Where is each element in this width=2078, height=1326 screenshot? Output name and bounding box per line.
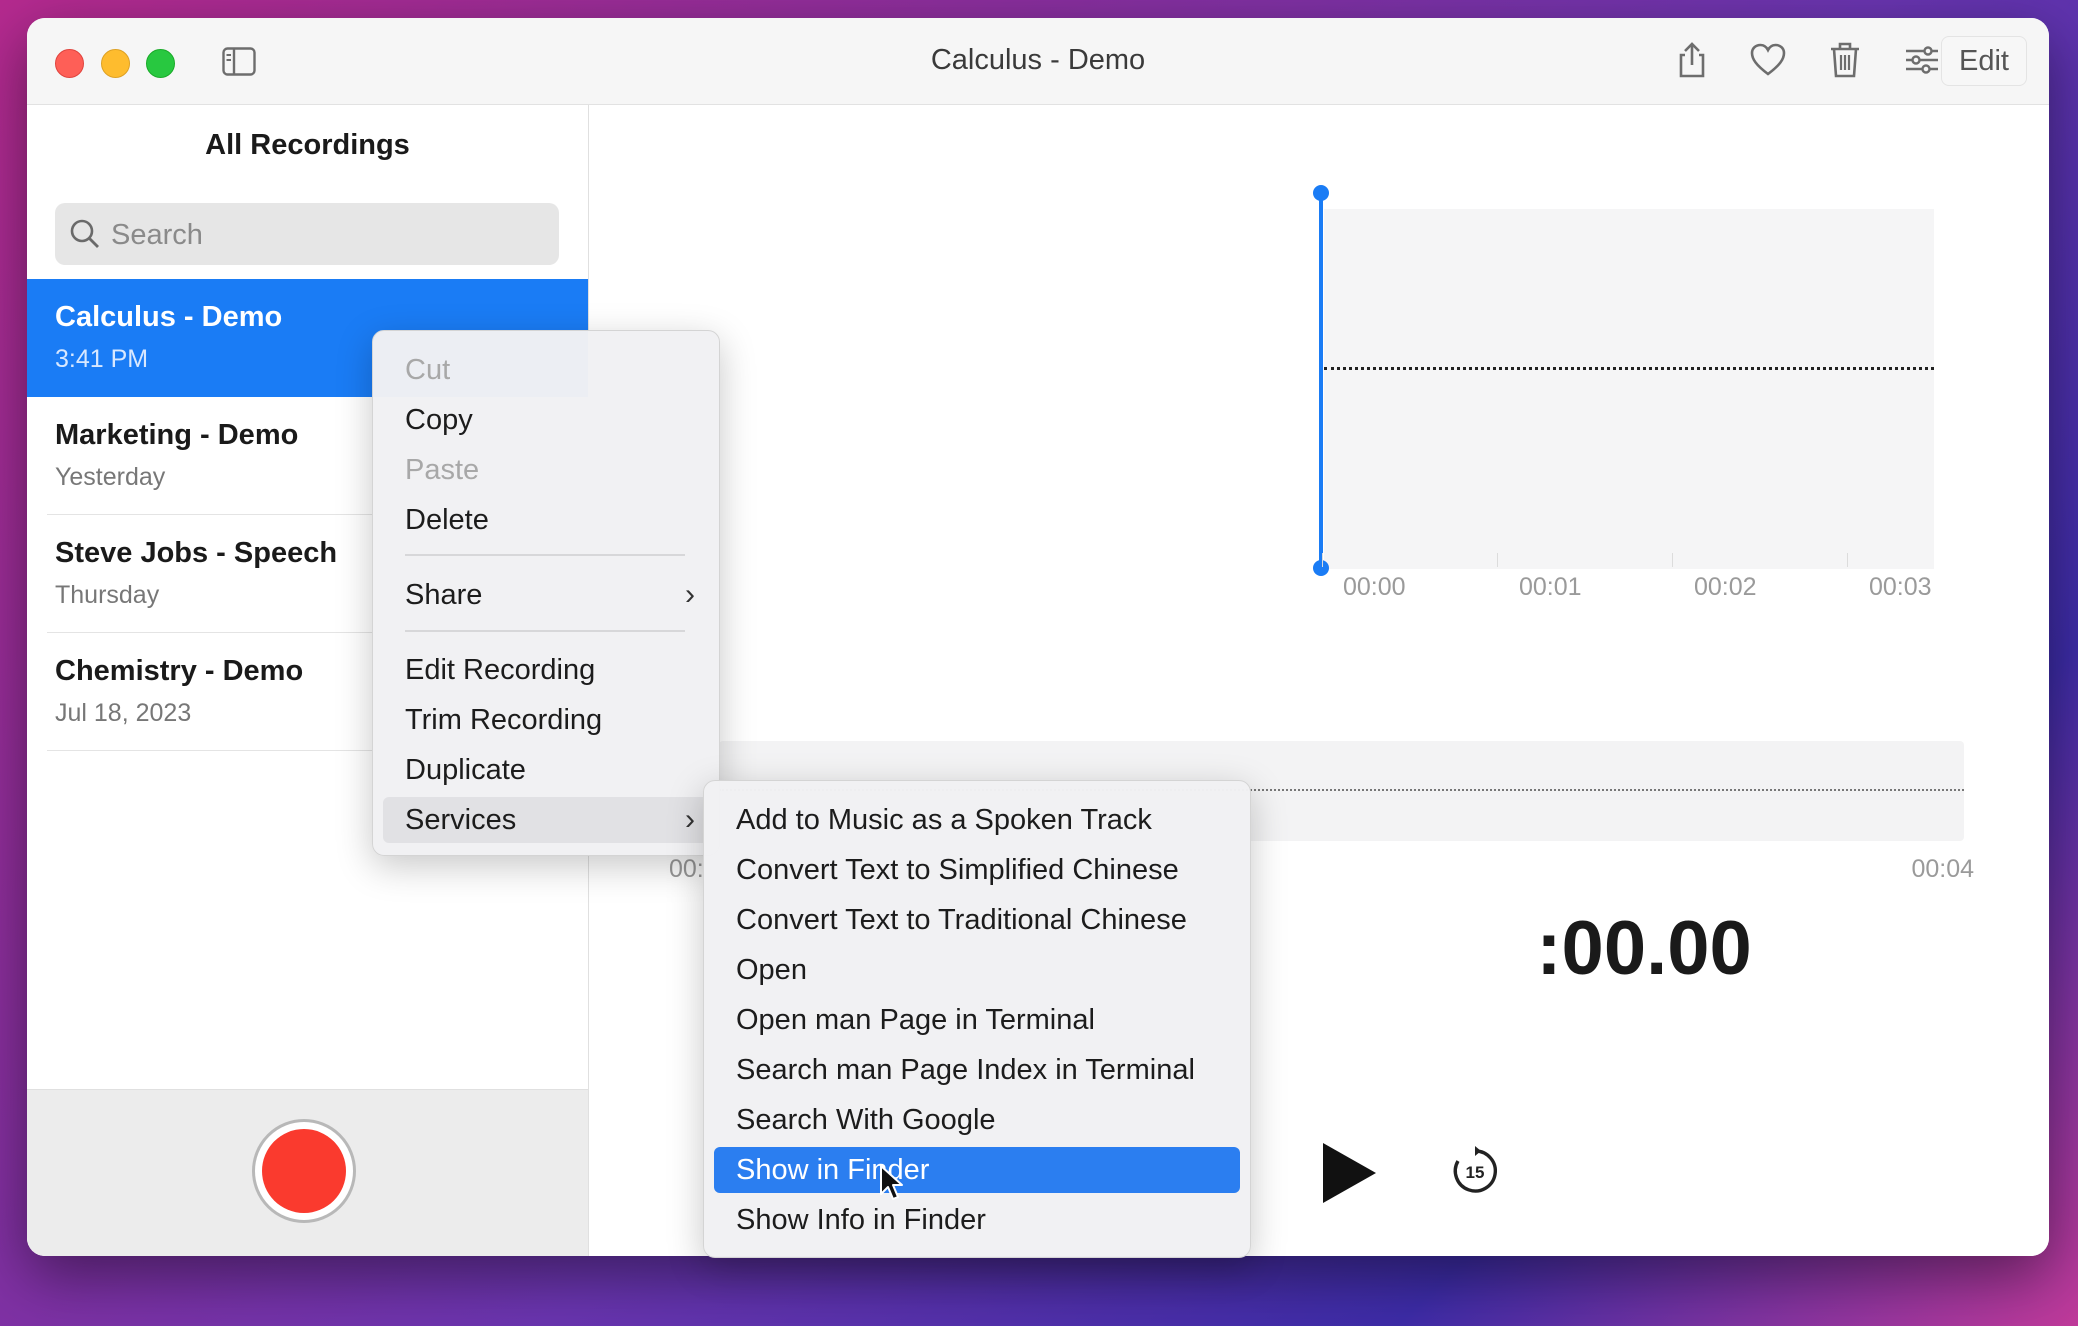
playhead[interactable] [1319, 192, 1323, 566]
service-open-man-page[interactable]: Open man Page in Terminal [714, 997, 1240, 1043]
service-open[interactable]: Open [714, 947, 1240, 993]
recording-name: Marketing - Demo [55, 419, 299, 451]
sidebar-footer [27, 1089, 588, 1256]
heart-icon[interactable] [1748, 40, 1788, 80]
menu-item-services[interactable]: Services › [383, 797, 709, 843]
tick-mark [1672, 553, 1673, 567]
menu-item-edit-recording[interactable]: Edit Recording [383, 647, 709, 693]
menu-separator [405, 630, 685, 632]
context-menu: Cut Copy Paste Delete Share › Edit Recor… [372, 330, 720, 856]
menu-item-share[interactable]: Share › [383, 572, 709, 618]
menu-item-services-label: Services [405, 804, 517, 836]
record-button[interactable] [252, 1119, 356, 1223]
chevron-right-icon: › [685, 803, 695, 836]
mouse-pointer-icon [880, 1165, 903, 1200]
waveform-area[interactable] [1324, 209, 1934, 569]
recording-date: 3:41 PM [55, 345, 149, 373]
time-tick-label: 00:02 [1694, 573, 1757, 601]
menu-item-copy[interactable]: Copy [383, 397, 709, 443]
search-input[interactable] [109, 203, 543, 267]
titlebar: Calculus - Demo Edit [27, 18, 2049, 105]
recording-name: Chemistry - Demo [55, 655, 304, 687]
playhead-bottom-handle[interactable] [1313, 560, 1329, 576]
skip-forward-button[interactable]: 15 [1449, 1145, 1501, 1197]
sidebar-title: All Recordings [205, 129, 410, 161]
waveform-baseline [1324, 367, 1934, 370]
menu-item-paste[interactable]: Paste [383, 447, 709, 493]
trash-icon[interactable] [1825, 40, 1865, 80]
service-add-to-music[interactable]: Add to Music as a Spoken Track [714, 797, 1240, 843]
menu-item-trim-recording[interactable]: Trim Recording [383, 697, 709, 743]
window-title: Calculus - Demo [930, 44, 1146, 76]
menu-separator [405, 554, 685, 556]
service-show-info-in-finder[interactable]: Show Info in Finder [714, 1197, 1240, 1243]
recording-date: Yesterday [55, 463, 166, 491]
skip-seconds-label: 15 [1466, 1163, 1485, 1182]
recording-name: Steve Jobs - Speech [55, 537, 338, 569]
record-icon [262, 1129, 346, 1213]
service-convert-traditional-chinese[interactable]: Convert Text to Traditional Chinese [714, 897, 1240, 943]
time-tick-label: 00:01 [1519, 573, 1582, 601]
chevron-right-icon: › [685, 578, 695, 611]
playhead-top-handle[interactable] [1313, 185, 1329, 201]
service-search-man-page-index[interactable]: Search man Page Index in Terminal [714, 1047, 1240, 1093]
overview-start-time: 00: [669, 855, 704, 883]
tick-mark [1847, 553, 1848, 567]
search-icon [70, 219, 99, 248]
sliders-icon[interactable] [1902, 40, 1942, 80]
share-icon[interactable] [1672, 40, 1712, 80]
edit-button[interactable]: Edit [1941, 36, 2027, 86]
menu-item-delete[interactable]: Delete [383, 497, 709, 543]
time-tick-label: 00:03 [1869, 573, 1932, 601]
service-search-with-google[interactable]: Search With Google [714, 1097, 1240, 1143]
play-button[interactable] [1319, 1140, 1379, 1206]
recording-date: Jul 18, 2023 [55, 699, 192, 727]
service-show-in-finder[interactable]: Show in Finder [714, 1147, 1240, 1193]
menu-item-share-label: Share [405, 579, 483, 611]
service-convert-simplified-chinese[interactable]: Convert Text to Simplified Chinese [714, 847, 1240, 893]
elapsed-timer: :00.00 [1536, 906, 1752, 991]
tick-mark [1322, 553, 1323, 567]
services-submenu: Add to Music as a Spoken Track Convert T… [703, 780, 1251, 1258]
tick-mark [1497, 553, 1498, 567]
search-field[interactable] [55, 203, 559, 267]
time-tick-label: 00:00 [1343, 573, 1406, 601]
recording-name: Calculus - Demo [55, 301, 283, 333]
menu-item-cut[interactable]: Cut [383, 347, 709, 393]
overview-end-time: 00:04 [1911, 855, 1974, 883]
menu-item-duplicate[interactable]: Duplicate [383, 747, 709, 793]
recording-date: Thursday [55, 581, 160, 609]
